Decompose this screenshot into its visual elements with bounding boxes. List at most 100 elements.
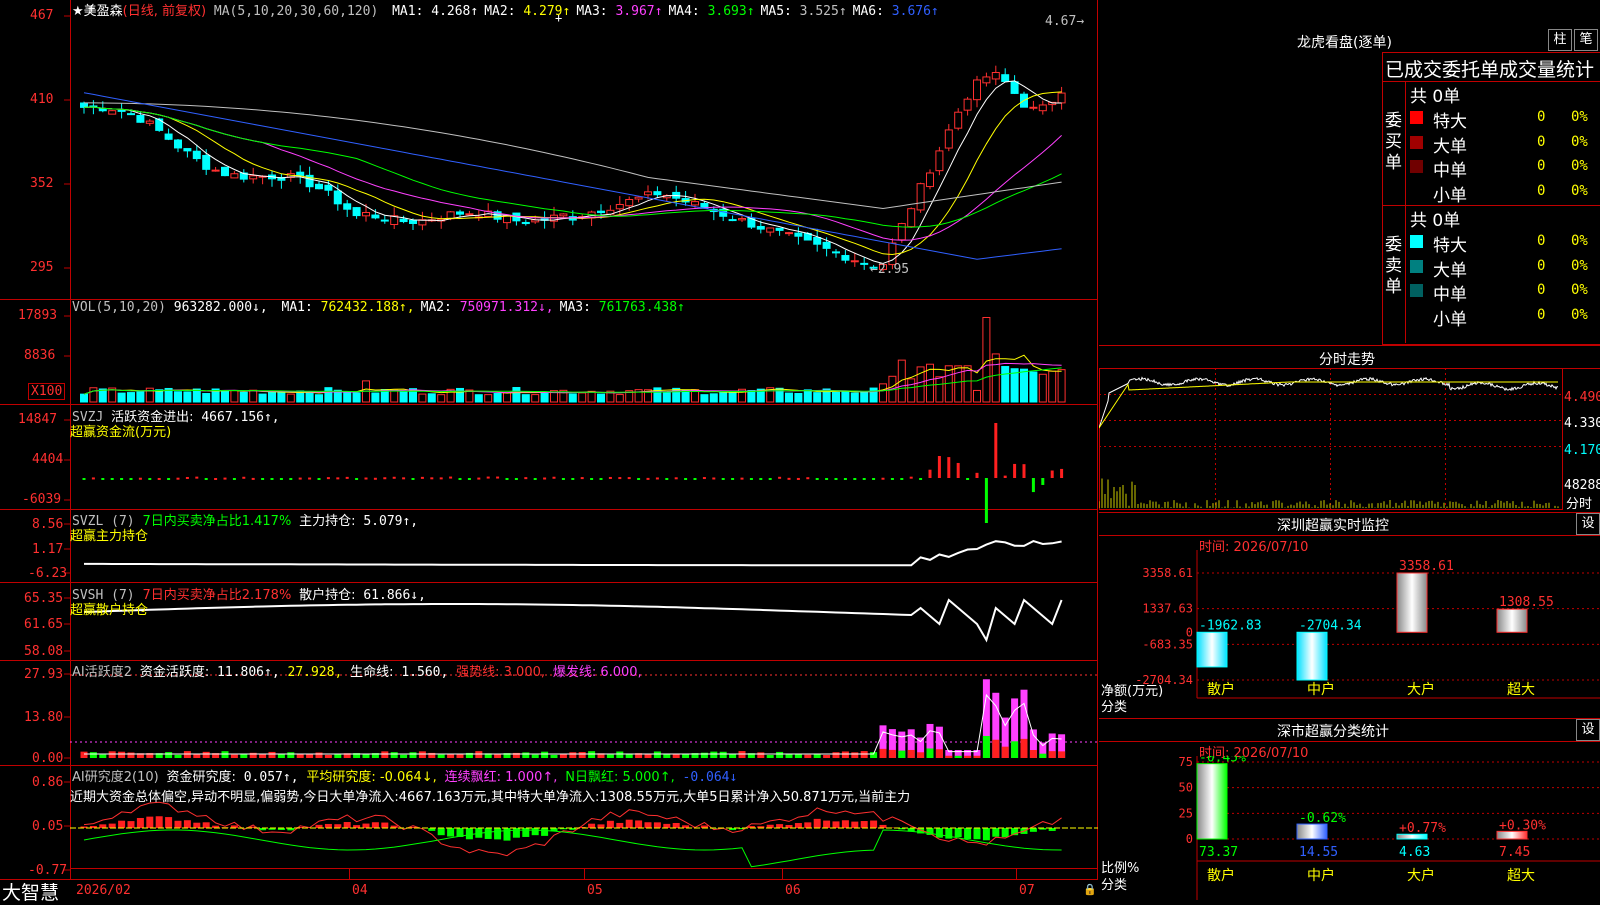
svsh-tick: 58.08 <box>24 644 63 659</box>
svg-text:-683.35: -683.35 <box>1142 637 1193 651</box>
longhu-row: 特大00% <box>1407 107 1600 129</box>
svg-text:1337.63: 1337.63 <box>1142 602 1193 616</box>
row-pct: 0% <box>1571 158 1588 174</box>
longhu-row: 中单 0 0% <box>1407 280 1600 302</box>
svg-text:0: 0 <box>1186 625 1193 639</box>
row-pct: 0% <box>1571 109 1588 125</box>
kline-chart-area[interactable]: ++ 467 410 352 295 ★美盈森(日线, 前复权) MA(5,10… <box>0 0 1098 880</box>
period-label: (日线, 前复权) <box>123 4 206 19</box>
svg-text:-0.62%: -0.62% <box>1299 811 1346 826</box>
vol-tick: 17893 <box>18 308 57 323</box>
x-axis-label: 07 <box>1019 883 1035 898</box>
svzl-tick: 8.56 <box>32 517 63 532</box>
stock-name: ★美盈森 <box>72 4 123 19</box>
row-name: 大单 <box>1433 132 1467 157</box>
ai-research-tick: -0.77 <box>28 863 67 878</box>
svzl-tick: 1.17 <box>32 542 63 557</box>
vol-unit[interactable]: X100 <box>28 383 65 400</box>
right-panel: 龙虎看盘(逐单) 柱 笔 已成交委托单成交量统计 委买单 委卖单 共 0单 共 … <box>1099 0 1600 900</box>
x-axis-label: 06 <box>785 883 801 898</box>
price-tick: 295 <box>30 260 53 275</box>
svg-text:3358.61: 3358.61 <box>1399 559 1454 574</box>
monitor-settings-button[interactable]: 设 <box>1576 513 1600 535</box>
svg-text:散户: 散户 <box>1207 867 1235 884</box>
svg-text:7.45: 7.45 <box>1499 845 1530 860</box>
svg-text:超大: 超大 <box>1507 682 1535 698</box>
intraday-chart[interactable] <box>1099 368 1600 510</box>
intraday-tick: 4.170 <box>1564 443 1600 458</box>
x-axis-label: 05 <box>587 883 603 898</box>
svg-text:3358.61: 3358.61 <box>1142 566 1193 580</box>
ma-label: MA(5,10,20,30,60,120) <box>214 4 378 19</box>
ai-active-tick: 13.80 <box>24 710 63 725</box>
svsh-tick: 61.65 <box>24 617 63 632</box>
monitor-xlabel: 分类 <box>1101 696 1127 715</box>
price-tick: 410 <box>30 92 53 107</box>
lock-icon[interactable]: 🔒 <box>1083 883 1097 896</box>
ma-value-3: MA3: 3.967↑ <box>576 4 662 19</box>
app-logo: 大智慧 <box>2 878 59 905</box>
vol-ma-value-2: MA2: 750971.312↓, <box>421 300 554 315</box>
svsh-subtitle: 超赢散户持仓 <box>70 599 148 618</box>
longhu-row: 特大00% <box>1407 231 1600 253</box>
ma-value-6: MA6: 3.676↑ <box>853 4 939 19</box>
svg-text:1308.55: 1308.55 <box>1499 595 1554 610</box>
svzj-tick: 14847 <box>18 412 57 427</box>
buy-total: 共 0单 <box>1410 82 1460 107</box>
row-name: 中单 <box>1433 156 1467 181</box>
longhu-header: 已成交委托单成交量统计 <box>1385 55 1594 82</box>
longhu-row: 小单00% <box>1407 181 1600 203</box>
svg-text:大户: 大户 <box>1407 867 1435 884</box>
svg-text:25: 25 <box>1179 806 1193 820</box>
svzj-tick: -6039 <box>22 492 61 507</box>
row-count: 0 <box>1537 282 1545 298</box>
row-pct: 0% <box>1571 282 1588 298</box>
price-tick: 467 <box>30 8 53 23</box>
stats-xlabel: 分类 <box>1101 874 1127 893</box>
row-count: 0 <box>1537 183 1545 199</box>
svg-text:中户: 中户 <box>1307 681 1335 698</box>
svzj-subtitle: 超赢资金流(万元) <box>70 421 171 440</box>
longhu-title: 龙虎看盘(逐单) <box>1297 32 1392 52</box>
ai-active-header: AI活跃度2 资金活跃度: 11.806↑, 27.928, 生命线: 1.56… <box>72 661 642 680</box>
monitor-chart: 3358.611337.63-683.35-2704.340-1962.83散户… <box>1099 550 1600 720</box>
row-count: 0 <box>1537 258 1545 274</box>
legend-swatch <box>1410 260 1423 273</box>
x-axis-label: 04 <box>352 883 368 898</box>
row-pct: 0% <box>1571 233 1588 249</box>
bar-mode-button[interactable]: 柱 <box>1548 29 1572 51</box>
row-pct: 0% <box>1571 258 1588 274</box>
row-pct: 0% <box>1571 183 1588 199</box>
ma-value-5: MA5: 3.525↑ <box>761 4 847 19</box>
buy-label: 委买单 <box>1385 111 1403 174</box>
price-tick: 352 <box>30 176 53 191</box>
intraday-tick: 4.490 <box>1564 390 1600 405</box>
stats-settings-button[interactable]: 设 <box>1576 719 1600 741</box>
stats-chart: 7550250-0.45%73.37散户-0.62%14.55中户+0.77%4… <box>1099 756 1600 900</box>
ai-research-summary: 近期大资金总体偏空,异动不明显,偏弱势,今日大单净流入:4667.163万元,其… <box>70 786 1096 805</box>
vol-ma-value-3: MA3: 761763.438↑ <box>560 300 685 315</box>
row-count: 0 <box>1537 307 1545 323</box>
row-name: 中单 <box>1433 280 1467 305</box>
longhu-row: 大单 0 0% <box>1407 256 1600 278</box>
svzj-tick: 4404 <box>32 452 63 467</box>
intraday-vol-tick: 48288 <box>1564 478 1600 493</box>
legend-swatch <box>1410 235 1423 248</box>
ai-research-tick: 0.05 <box>32 819 63 834</box>
sell-label: 委卖单 <box>1385 235 1403 298</box>
row-name: 大单 <box>1433 256 1467 281</box>
indicator-plots: ++ <box>0 0 1098 880</box>
row-count: 0 <box>1537 134 1545 150</box>
svg-text:0: 0 <box>1186 832 1193 846</box>
longhu-table: 已成交委托单成交量统计 委买单 委卖单 共 0单 共 0单 特大00%大单00%… <box>1382 52 1600 345</box>
monitor-title: 深圳超赢实时监控 <box>1277 515 1389 535</box>
ai-research-tick: 0.86 <box>32 775 63 790</box>
row-count: 0 <box>1537 158 1545 174</box>
svzl-tick: -6.23 <box>28 566 67 581</box>
tick-mode-button[interactable]: 笔 <box>1574 29 1598 51</box>
row-pct: 0% <box>1571 134 1588 150</box>
vol-tick: 8836 <box>24 348 55 363</box>
longhu-row: 小单00% <box>1407 305 1600 327</box>
ai-active-tick: 0.00 <box>32 751 63 766</box>
svg-text:50: 50 <box>1179 781 1193 795</box>
